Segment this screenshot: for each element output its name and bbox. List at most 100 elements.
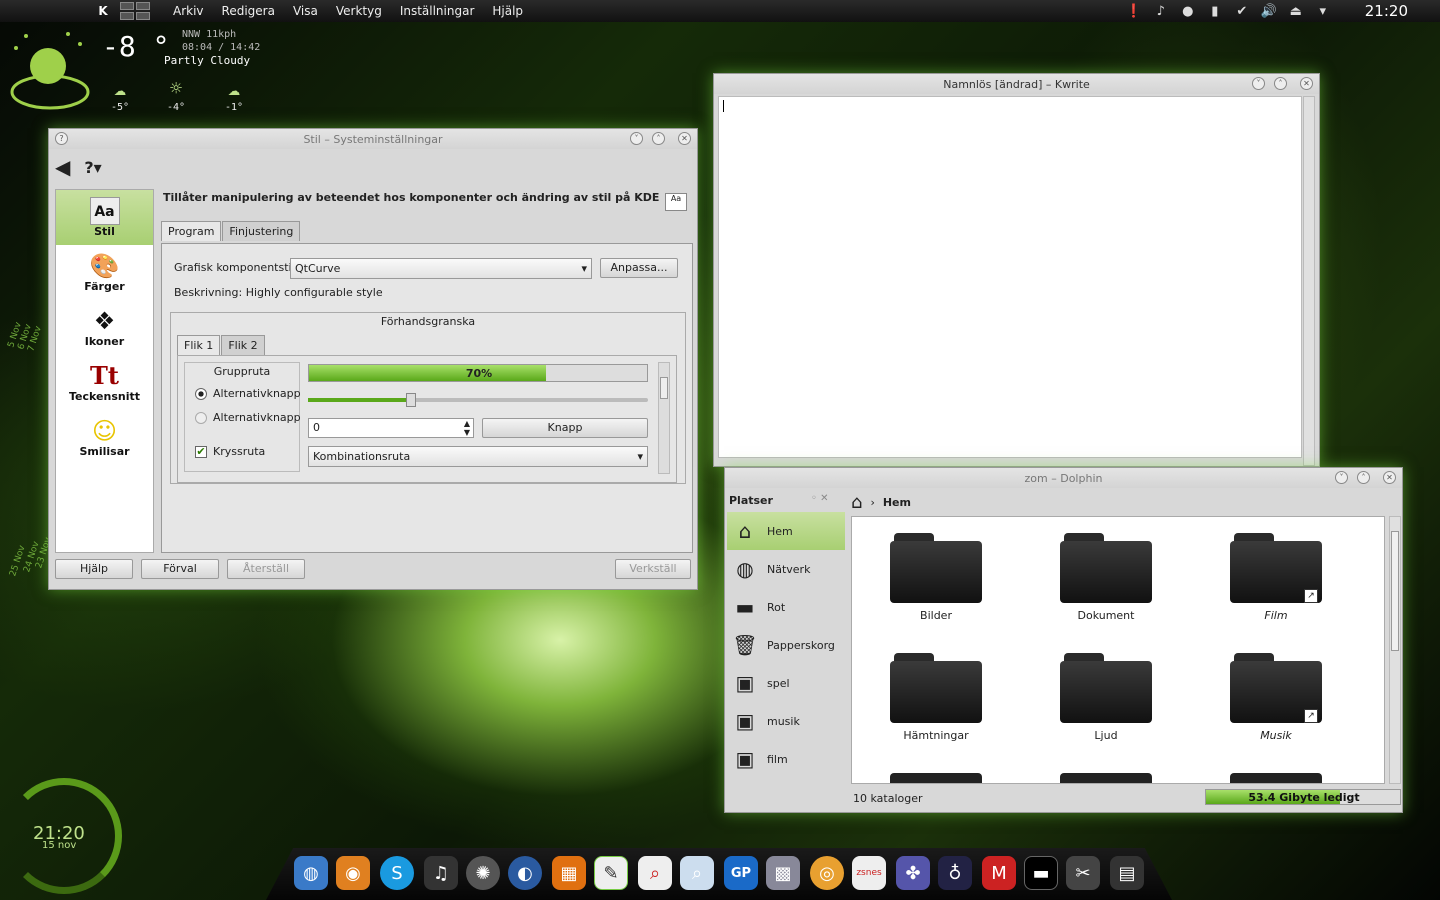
menu-visa[interactable]: Visa (284, 4, 327, 18)
help-window-button[interactable]: ? (55, 132, 68, 145)
desktop-pager[interactable] (120, 2, 150, 20)
close-icon[interactable]: ✕ (678, 132, 691, 145)
volume-icon[interactable]: 🔊 (1260, 3, 1278, 19)
breadcrumb-current[interactable]: Hem (883, 496, 911, 509)
chat-bubble-icon[interactable]: ● (1179, 3, 1197, 19)
back-arrow-icon[interactable]: ◀ (55, 155, 70, 179)
sidebar-item-stil[interactable]: Aa Stil (56, 190, 153, 245)
menu-verktyg[interactable]: Verktyg (327, 4, 391, 18)
folder-partial[interactable] (890, 773, 982, 783)
window-titlebar[interactable]: ? Stil – Systeminställningar ˅ ˄ ✕ (49, 129, 697, 149)
place-film[interactable]: ▣ film (727, 740, 845, 778)
tab-flik-1[interactable]: Flik 1 (177, 335, 221, 355)
folder-hamtningar[interactable]: Hämtningar (876, 653, 996, 742)
music-player-icon[interactable]: ♫ (424, 856, 458, 890)
help-button[interactable]: Hjälp (55, 559, 133, 579)
menu-hjalp[interactable]: Hjälp (483, 4, 532, 18)
place-papperskorg[interactable]: 🗑 Papperskorg (727, 626, 845, 664)
sidebar-item-farger[interactable]: 🎨 Färger (56, 245, 153, 300)
browser-globe-icon[interactable]: ◐ (508, 856, 542, 890)
apply-button[interactable]: Verkställ (615, 559, 691, 579)
preview-combobox[interactable]: Kombinationsruta ▾ (308, 446, 648, 467)
window-titlebar[interactable]: Namnlös [ändrad] – Kwrite ˅ ˄ ✕ (714, 74, 1319, 94)
view-scrollbar[interactable] (1389, 516, 1401, 784)
text-editor-area[interactable] (718, 96, 1302, 458)
minimize-icon[interactable]: ˅ (630, 132, 643, 145)
minimize-icon[interactable]: ˅ (1252, 77, 1265, 90)
kde-menu-icon[interactable]: K (92, 0, 114, 22)
editor-scrollbar[interactable] (1303, 96, 1315, 466)
customize-button[interactable]: Anpassa... (600, 258, 678, 278)
preview-button[interactable]: Knapp (482, 418, 648, 438)
tab-finjustering[interactable]: Finjustering (222, 221, 301, 241)
maximize-icon[interactable]: ˄ (652, 132, 665, 145)
eject-icon[interactable]: ⏏ (1287, 3, 1305, 19)
place-natverk[interactable]: ◍ Nätverk (727, 550, 845, 588)
place-spel[interactable]: ▣ spel (727, 664, 845, 702)
terminal-icon[interactable]: ▬ (1024, 856, 1058, 890)
spin-box[interactable]: 0 ▲ ▼ (308, 418, 474, 438)
gamepad-icon[interactable]: ✤ (896, 856, 930, 890)
widget-style-combo[interactable]: QtCurve ▾ (290, 258, 592, 279)
sidebar-item-smilisar[interactable]: ☺ Smilisar (56, 410, 153, 465)
screenshot-icon[interactable]: ⌕ (680, 856, 714, 890)
folder-ljud[interactable]: Ljud (1046, 653, 1166, 742)
mupen-icon[interactable]: M (982, 856, 1016, 890)
image-viewer-icon[interactable]: ▩ (766, 856, 800, 890)
sidebar-item-teckensnitt[interactable]: Tt Teckensnitt (56, 355, 153, 410)
tab-program[interactable]: Program (161, 221, 222, 241)
scrollbar-thumb[interactable] (1391, 531, 1399, 651)
radio-button-2[interactable]: Alternativknapp (195, 411, 301, 424)
maximize-icon[interactable]: ˄ (1274, 77, 1287, 90)
text-editor-icon[interactable]: ✎ (594, 856, 628, 890)
tools-icon[interactable]: ✂ (1066, 856, 1100, 890)
skype-icon[interactable]: S (380, 856, 414, 890)
drive-icon[interactable]: ▤ (1110, 856, 1144, 890)
film-reel-icon[interactable]: ✺ (466, 856, 500, 890)
menu-arkiv[interactable]: Arkiv (164, 4, 213, 18)
tray-expand-icon[interactable]: ▾ (1314, 3, 1332, 19)
mail-check-icon[interactable]: ✔ (1233, 3, 1251, 19)
panel-clock[interactable]: 21:20 (1365, 2, 1408, 20)
folder-musik[interactable]: ↗ Musik (1216, 653, 1336, 742)
places-panel-controls[interactable]: ◦ ✕ (811, 493, 828, 504)
checkbox[interactable]: ✔ Kryssruta (195, 445, 265, 458)
home-icon[interactable]: ⌂ (851, 492, 862, 513)
network-globe-icon[interactable]: ◍ (294, 856, 328, 890)
slider[interactable] (308, 393, 648, 407)
maximize-icon[interactable]: ˄ (1357, 471, 1370, 484)
preview-scrollbar[interactable] (658, 362, 670, 474)
scrollbar-thumb[interactable] (660, 377, 668, 399)
office-icon[interactable]: ▦ (552, 856, 586, 890)
sidebar-item-ikoner[interactable]: ❖ Ikoner (56, 300, 153, 355)
notification-icon[interactable]: ❗ (1125, 3, 1143, 19)
document-viewer-icon[interactable]: ⌕ (638, 856, 672, 890)
folder-dokument[interactable]: Dokument (1046, 533, 1166, 622)
close-icon[interactable]: ✕ (1300, 77, 1313, 90)
signal-bars-icon[interactable]: ▮ (1206, 3, 1224, 19)
folder-bilder[interactable]: Bilder (876, 533, 996, 622)
window-titlebar[interactable]: zom – Dolphin ˅ ˄ ✕ (725, 468, 1402, 488)
folder-partial[interactable] (1230, 773, 1322, 783)
minimize-icon[interactable]: ˅ (1335, 471, 1348, 484)
firefox-icon[interactable]: ◉ (336, 856, 370, 890)
reset-button[interactable]: Återställ (227, 559, 305, 579)
disc-burner-icon[interactable]: ◎ (810, 856, 844, 890)
menu-installningar[interactable]: Inställningar (391, 4, 484, 18)
defaults-button[interactable]: Förval (141, 559, 219, 579)
folder-film[interactable]: ↗ Film (1216, 533, 1336, 622)
place-rot[interactable]: ▬ Rot (727, 588, 845, 626)
place-hem[interactable]: ⌂ Hem (727, 512, 845, 550)
help-menu-icon[interactable]: ?▾ (84, 158, 101, 177)
music-note-icon[interactable]: ♪ (1152, 3, 1170, 19)
radio-button-1[interactable]: Alternativknapp (195, 387, 301, 400)
tab-flik-2[interactable]: Flik 2 (221, 335, 265, 355)
folder-partial[interactable] (1060, 773, 1152, 783)
zsnes-icon[interactable]: zsnes (852, 856, 886, 890)
place-musik[interactable]: ▣ musik (727, 702, 845, 740)
menu-redigera[interactable]: Redigera (213, 4, 284, 18)
planet-icon[interactable]: ♁ (938, 856, 972, 890)
slider-handle[interactable] (406, 393, 416, 407)
close-icon[interactable]: ✕ (1383, 471, 1396, 484)
guitar-pro-icon[interactable]: GP (724, 856, 758, 890)
